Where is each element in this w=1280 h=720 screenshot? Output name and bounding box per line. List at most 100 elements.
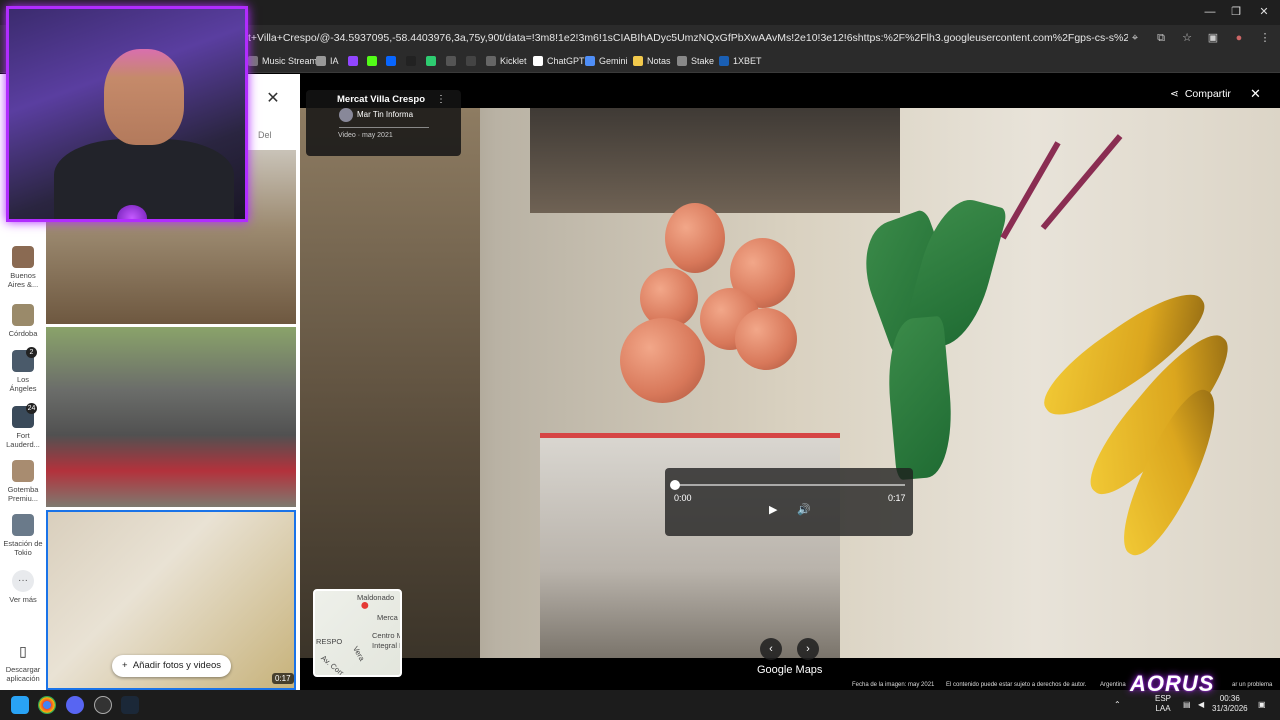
kicklet-icon [486,56,496,66]
streamer-head [104,49,184,145]
place-thumbnail [12,304,34,326]
rail-item-buenos-aires[interactable]: Buenos Aires &... [3,246,43,289]
image-date-note: Fecha de la imagen: may 2021 [852,682,935,688]
minimize-button[interactable]: — [1196,4,1224,20]
address-bar-icons: ⌖ ⧉ ☆ ▣ ● ⋮ [1128,31,1272,47]
bookmark-kick-icon[interactable] [367,56,377,66]
google-maps-logo: Google Maps [757,664,823,676]
bookmark-app-icon[interactable] [426,56,436,66]
windows-taskbar [0,690,1280,720]
place-name[interactable]: Mercat Villa Crespo [337,94,425,105]
video-controls [665,468,913,536]
webcam-overlay [6,6,248,222]
rail-item-gotemba[interactable]: Gotemba Premiu... [3,460,43,503]
bookmark-notas[interactable]: Notas [633,56,671,66]
url-text[interactable]: t+Villa+Crespo/@-34.5937095,-58.4403976,… [248,32,1128,44]
rail-item-los-angeles[interactable]: 2 Los Ángeles [3,347,43,393]
music-stream-icon [248,56,258,66]
video-current-time: 0:00 [674,493,692,503]
stake-icon [677,56,687,66]
place-thumbnail [12,514,34,536]
aorus-logo: AORUS [1130,671,1215,696]
chatgpt-icon [533,56,543,66]
close-panel-button[interactable]: ✕ [262,88,284,110]
close-viewer-button[interactable]: ✕ [1250,86,1261,102]
scene-left-wall [300,108,480,658]
minimap-label: Merca [377,613,398,622]
discord-icon[interactable] [66,696,84,714]
next-media-button[interactable]: › [797,638,819,660]
rail-item-fort-lauderdale[interactable]: 24 Fort Lauderd... [3,403,43,449]
bookmark-kicklet[interactable]: Kicklet [486,56,527,66]
share-button[interactable]: ⋖ Compartir [1170,88,1231,100]
tray-chevron-icon[interactable]: ⌃ [1114,700,1121,710]
bookmark-star-icon[interactable]: ☆ [1180,31,1194,45]
report-problem-link[interactable]: ar un problema [1232,682,1272,688]
volume-icon[interactable]: 🔊 [797,502,813,518]
folder-icon [316,56,326,66]
author-avatar[interactable] [339,108,353,122]
egg-illustration [620,318,705,403]
phone-icon: ▯ [19,643,27,659]
speaker-icon[interactable]: ◀ [1198,700,1204,710]
video-duration-badge: 0:17 [272,673,294,684]
media-date: Video · may 2021 [338,132,393,139]
place-thumbnail: 24 [12,403,37,428]
share-icon: ⋖ [1170,88,1179,100]
minimap[interactable]: Maldonado ● Merca RESPO Centro M Integra… [313,589,402,677]
egg-illustration [665,203,725,273]
bookmark-twitch-icon[interactable] [348,56,358,66]
photo-thumbnail-facade[interactable] [46,327,296,507]
country-note[interactable]: Argentina [1100,682,1126,688]
previous-media-button[interactable]: ‹ [760,638,782,660]
video-frame[interactable] [300,108,1280,658]
add-photos-button[interactable]: + Añadir fotos y videos [112,655,232,677]
language-indicator[interactable]: ESP LAA [1155,694,1171,714]
tab-partial-2[interactable]: Del [258,130,272,140]
rail-item-see-more[interactable]: ··· Ver más [3,570,43,604]
egg-illustration [735,308,797,370]
extensions-icon[interactable]: ▣ [1206,31,1220,45]
author-name[interactable]: Mar Tin Informa [357,110,413,119]
open-in-app-icon[interactable]: ⧉ [1154,31,1168,45]
video-progress-handle[interactable] [670,480,680,490]
bookmark-diamond-icon[interactable] [466,56,476,66]
beet-stem-illustration [1000,141,1061,240]
rail-item-tokyo-station[interactable]: Estación de Tokio [3,514,43,557]
scene-window-top [530,108,900,213]
close-window-button[interactable]: ✕ [1250,4,1278,20]
bookmark-chatgpt[interactable]: ChatGPT [533,56,585,66]
bookmark-meta-icon[interactable] [386,56,396,66]
gemini-icon [585,56,595,66]
more-options-icon[interactable]: ⋮ [436,94,446,105]
bookmark-ia[interactable]: IA [316,56,339,66]
video-total-duration: 0:17 [888,493,906,503]
app-icon[interactable] [94,696,112,714]
notes-icon [633,56,643,66]
bookmark-tiktok-icon[interactable] [406,56,416,66]
browser-menu-icon[interactable]: ⋮ [1258,31,1272,45]
bookmark-music-stream[interactable]: Music Stream [248,56,317,66]
map-pin-icon: ● [360,597,370,614]
bookmark-stake[interactable]: Stake [677,56,714,66]
bookmark-lightning-icon[interactable] [446,56,456,66]
rail-item-download-app[interactable]: ▯ Descargar aplicación [3,640,43,683]
chrome-icon[interactable] [38,696,56,714]
network-icon[interactable]: ▤ [1183,700,1191,710]
rail-item-cordoba[interactable]: Córdoba [3,304,43,338]
steam-icon[interactable] [121,696,139,714]
bookmark-1xbet[interactable]: 1XBET [719,56,762,66]
notifications-icon[interactable]: ▣ [1258,700,1266,710]
play-icon[interactable]: ▶ [769,503,781,517]
windows-start-icon[interactable] [11,696,29,714]
clock[interactable]: 00:36 31/3/2026 [1212,694,1248,714]
maximize-button[interactable]: ❐ [1222,4,1250,20]
location-icon[interactable]: ⌖ [1128,31,1142,45]
1xbet-icon [719,56,729,66]
profile-avatar-icon[interactable]: ● [1232,31,1246,45]
place-thumbnail: 2 [12,347,37,372]
bookmark-gemini[interactable]: Gemini [585,56,628,66]
video-progress-track[interactable] [675,484,905,486]
place-thumbnail [12,460,34,482]
minimap-label: Vera [350,644,367,663]
